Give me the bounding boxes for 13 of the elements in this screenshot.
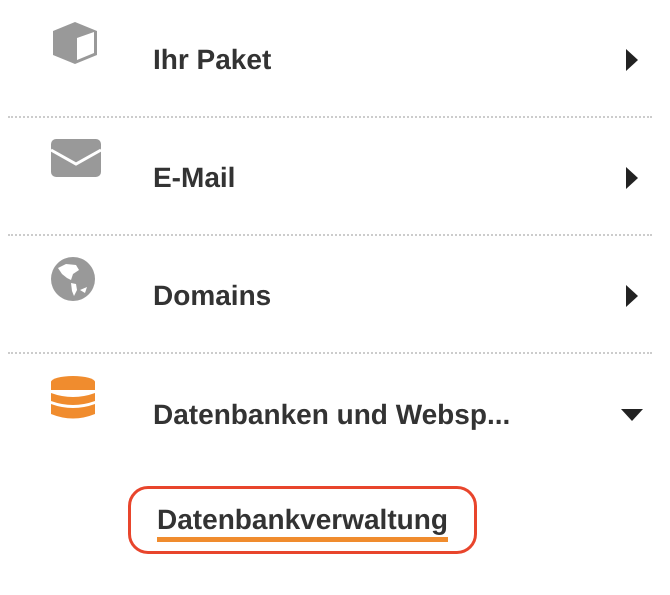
database-icon [50, 375, 96, 421]
menu-item[interactable]: E-Mail [153, 157, 612, 199]
globe-icon [50, 256, 96, 302]
caret-down-icon[interactable] [621, 409, 643, 421]
caret-right-icon[interactable] [626, 285, 638, 307]
menu-item[interactable]: Ihr Paket [153, 39, 612, 81]
menu-item[interactable]: Datenbanken und Websp... [153, 394, 612, 436]
caret-right-icon[interactable] [626, 49, 638, 71]
caret-right-icon[interactable] [626, 167, 638, 189]
submenu-item[interactable]: Datenbankverwaltung [128, 486, 477, 554]
envelope-icon [50, 138, 102, 178]
cube-icon [50, 20, 100, 66]
menu-item[interactable]: Domains [153, 275, 612, 317]
